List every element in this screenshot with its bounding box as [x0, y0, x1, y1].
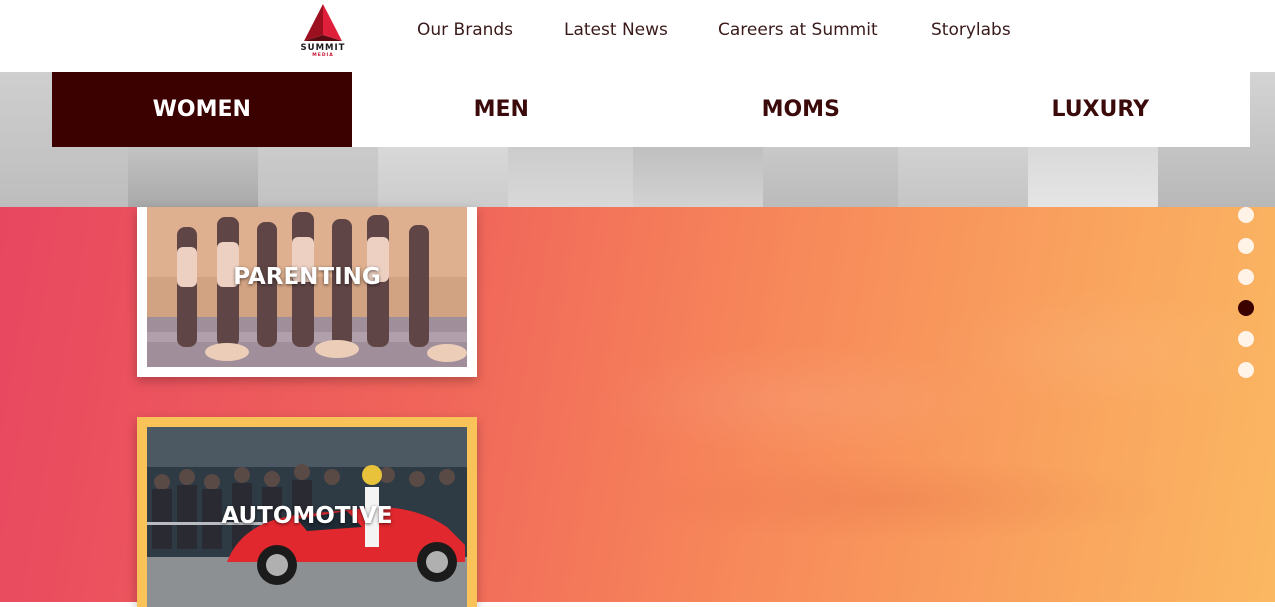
summit-logo[interactable]: SUMMIT MEDIA	[296, 3, 350, 61]
slide-dot-1[interactable]	[1238, 207, 1254, 223]
nav-link-careers[interactable]: Careers at Summit	[718, 20, 878, 40]
nav-link-latest-news[interactable]: Latest News	[564, 20, 668, 40]
tab-women[interactable]: WOMEN	[52, 72, 352, 147]
logo-text: SUMMIT	[300, 43, 346, 53]
category-tabs: WOMEN MEN MOMS LUXURY	[52, 72, 1250, 147]
nav-link-our-brands[interactable]: Our Brands	[417, 20, 513, 40]
card-label-automotive: AUTOMOTIVE	[221, 503, 393, 529]
tab-luxury[interactable]: LUXURY	[951, 72, 1251, 147]
slide-dot-2[interactable]	[1238, 238, 1254, 254]
slide-dot-6[interactable]	[1238, 362, 1254, 378]
category-card-parenting[interactable]: PARENTING	[137, 207, 477, 377]
category-card-automotive[interactable]: AUTOMOTIVE	[137, 417, 477, 607]
slide-dot-3[interactable]	[1238, 269, 1254, 285]
tab-moms[interactable]: MOMS	[651, 72, 951, 147]
summit-logo-icon	[304, 4, 342, 41]
tab-men[interactable]: MEN	[352, 72, 652, 147]
site-header: SUMMIT MEDIA Our Brands Latest News Care…	[0, 0, 1275, 72]
slide-dot-5[interactable]	[1238, 331, 1254, 347]
slide-dot-4[interactable]	[1238, 300, 1254, 316]
logo-subtext: MEDIA	[312, 53, 334, 58]
card-label-parenting: PARENTING	[233, 264, 381, 290]
nav-link-storylabs[interactable]: Storylabs	[931, 20, 1011, 40]
